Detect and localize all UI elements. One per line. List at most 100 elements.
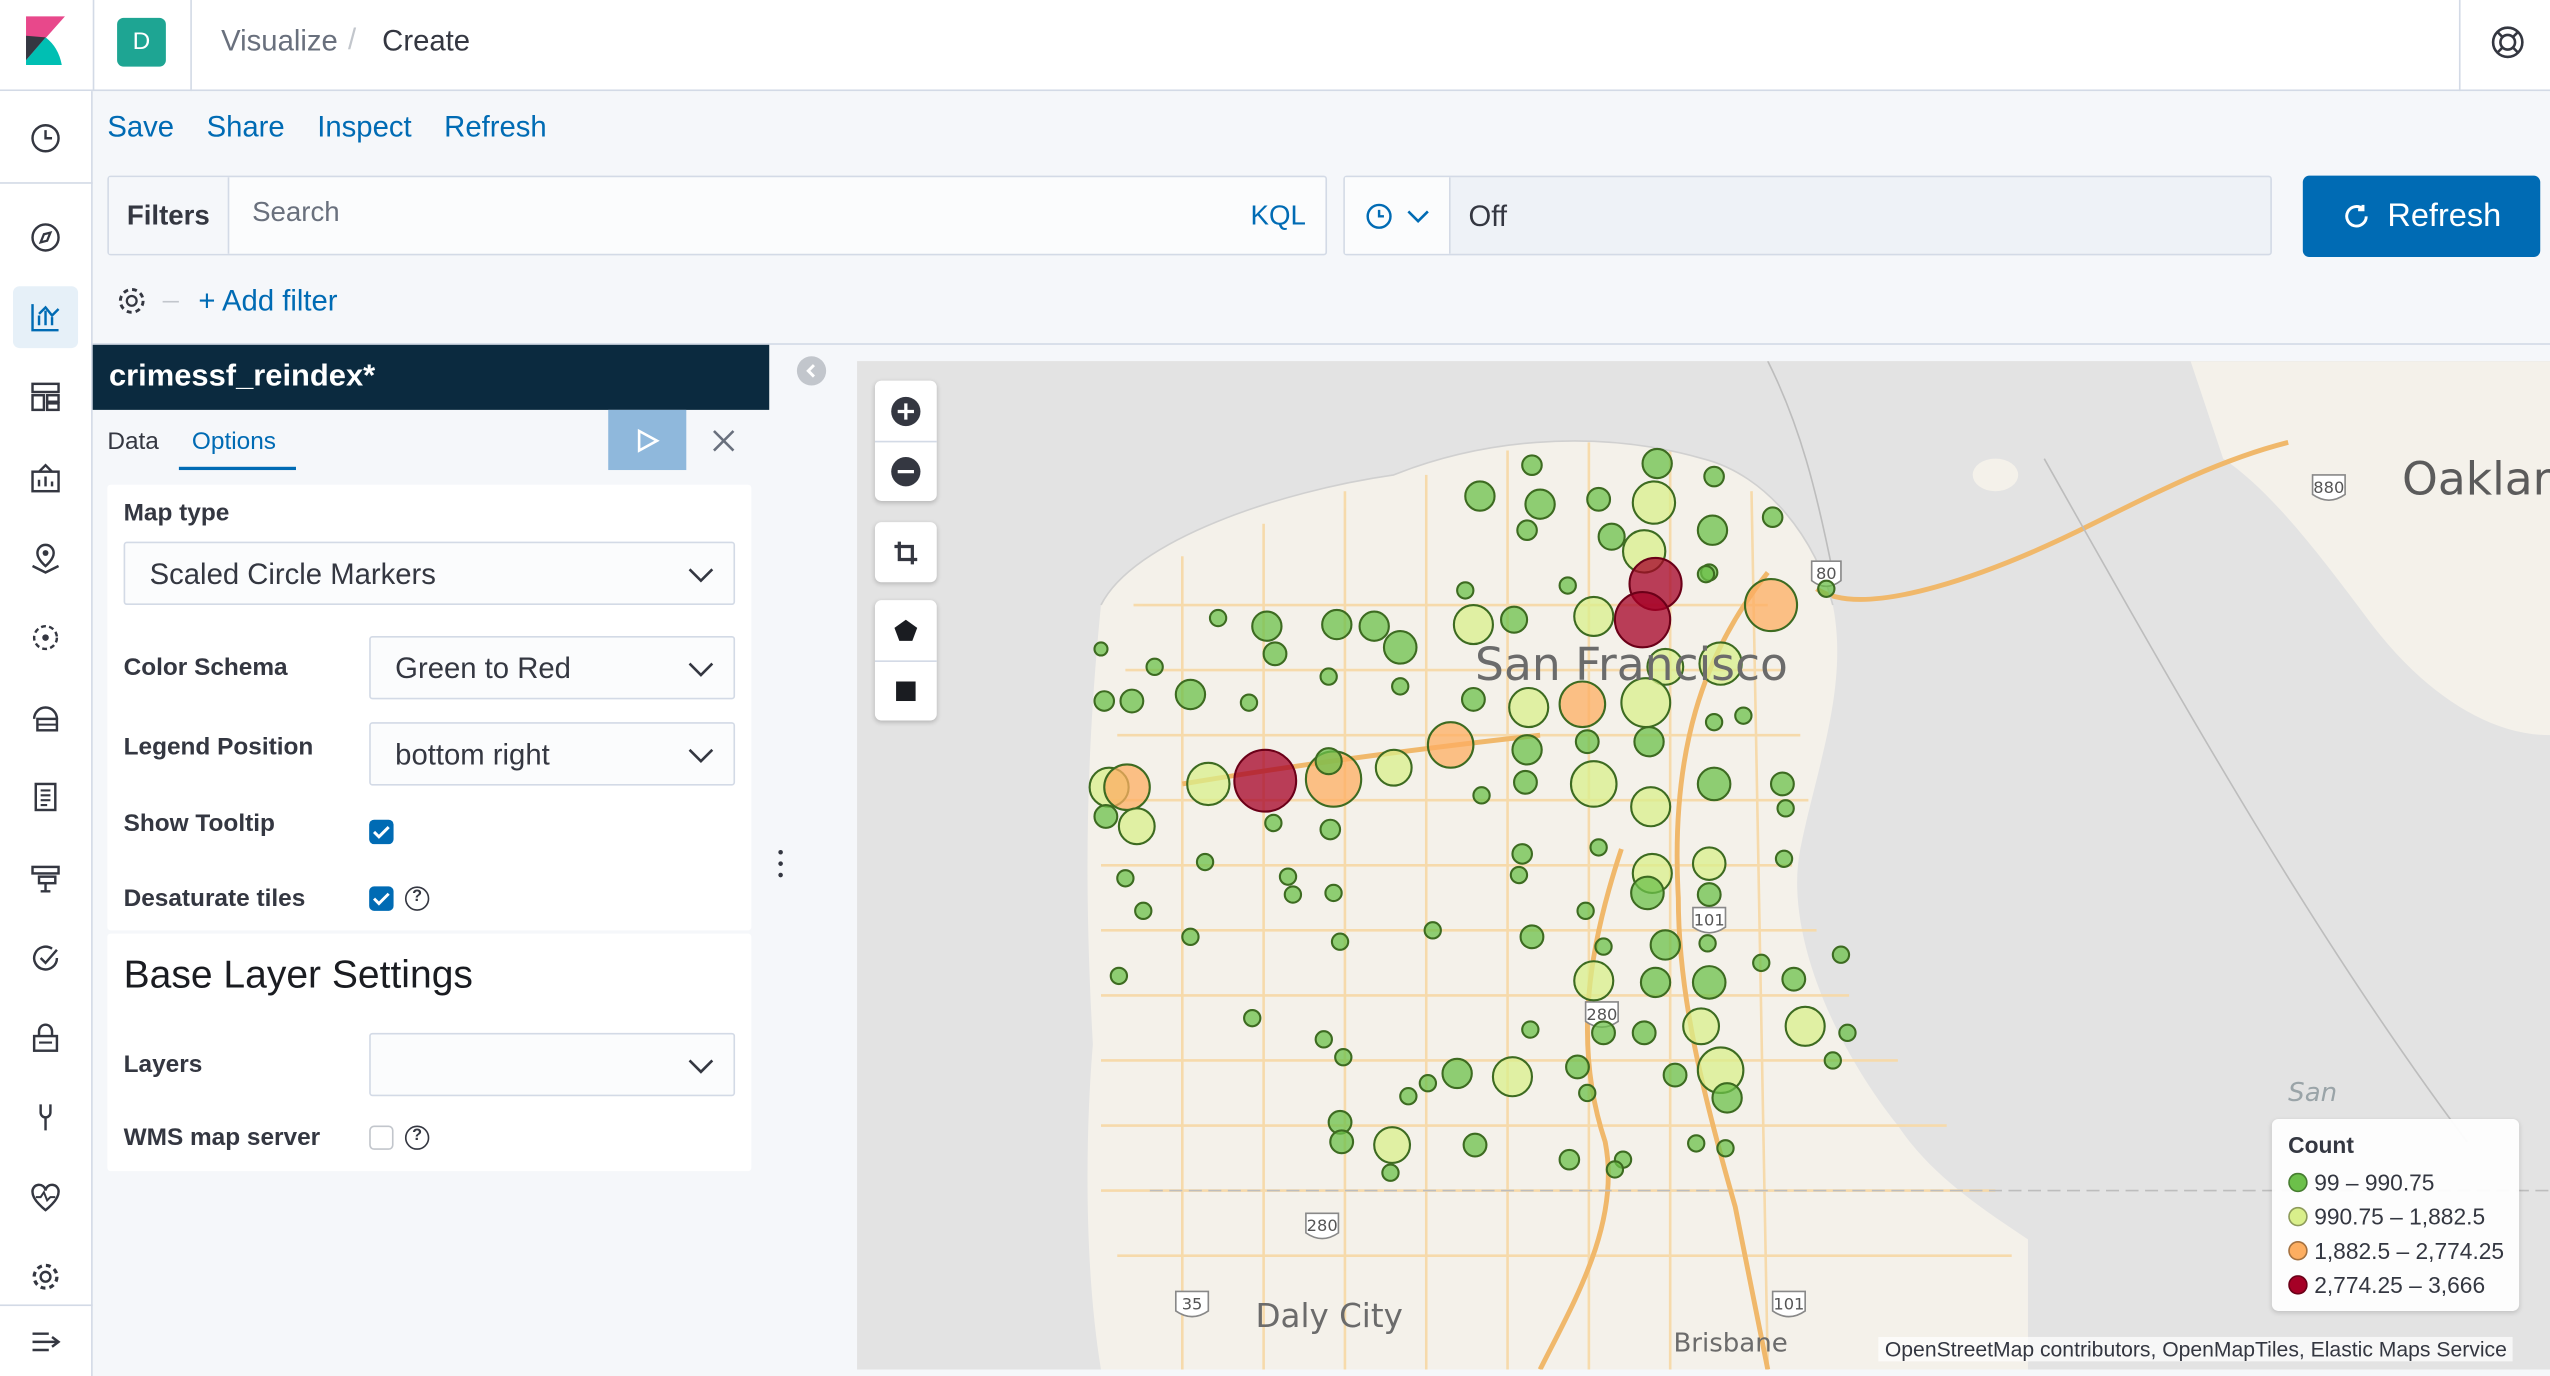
circle-marker[interactable]	[1776, 799, 1795, 818]
visualize-icon[interactable]	[13, 286, 79, 349]
circle-marker[interactable]	[1605, 1160, 1625, 1179]
circle-marker[interactable]	[1711, 1082, 1743, 1114]
circle-marker[interactable]	[1374, 748, 1413, 787]
legend-position-select[interactable]: bottom right	[369, 722, 736, 786]
map-type-select[interactable]: Scaled Circle Markers	[123, 541, 736, 606]
circle-marker[interactable]	[1093, 690, 1116, 712]
circle-marker[interactable]	[1784, 1005, 1826, 1047]
circle-marker[interactable]	[1334, 1048, 1353, 1067]
circle-marker[interactable]	[1508, 686, 1550, 729]
circle-marker[interactable]	[1093, 804, 1119, 829]
search-input[interactable]	[252, 196, 1163, 230]
show-tooltip-checkbox[interactable]	[369, 819, 394, 845]
circle-marker[interactable]	[1521, 454, 1543, 476]
circle-marker[interactable]	[1597, 522, 1626, 551]
filter-settings-gear-icon[interactable]	[114, 283, 150, 319]
zoom-in-button[interactable]	[875, 381, 937, 441]
circle-marker[interactable]	[1573, 960, 1615, 1002]
circle-marker[interactable]	[1574, 729, 1600, 755]
circle-marker[interactable]	[1698, 934, 1717, 953]
infrastructure-icon[interactable]	[13, 686, 78, 748]
circle-marker[interactable]	[1262, 641, 1288, 667]
circle-marker[interactable]	[1330, 932, 1350, 951]
kql-toggle-button[interactable]: KQL	[1251, 200, 1306, 233]
circle-marker[interactable]	[1319, 667, 1338, 686]
circle-marker[interactable]	[1283, 885, 1303, 904]
circle-marker[interactable]	[1460, 686, 1486, 712]
circle-marker[interactable]	[1314, 1030, 1333, 1049]
circle-marker[interactable]	[1569, 760, 1618, 808]
question-mark-icon[interactable]: ?	[404, 886, 430, 911]
circle-marker[interactable]	[1264, 813, 1283, 833]
circle-marker[interactable]	[1774, 849, 1794, 868]
circle-marker[interactable]	[1472, 786, 1491, 805]
color-schema-select[interactable]: Green to Red	[369, 635, 736, 700]
recently-viewed-clock-icon[interactable]	[13, 107, 78, 169]
circle-marker[interactable]	[1743, 577, 1799, 633]
circle-marker[interactable]	[1314, 747, 1343, 776]
discover-compass-icon[interactable]	[13, 207, 78, 269]
circle-marker[interactable]	[1704, 712, 1724, 732]
circle-marker[interactable]	[1631, 1020, 1657, 1046]
circle-marker[interactable]	[1558, 1148, 1581, 1171]
space-avatar[interactable]: D	[117, 17, 166, 67]
circle-marker[interactable]	[1381, 1163, 1400, 1182]
circle-marker[interactable]	[1633, 725, 1665, 758]
circle-marker[interactable]	[1511, 843, 1534, 865]
canvas-icon[interactable]	[13, 447, 78, 509]
circle-marker[interactable]	[1329, 1129, 1355, 1155]
circle-marker[interactable]	[1109, 966, 1129, 986]
circle-marker[interactable]	[1696, 514, 1729, 546]
management-gear-icon[interactable]	[13, 1246, 78, 1308]
filters-label[interactable]: Filters	[108, 177, 230, 254]
circle-marker[interactable]	[1233, 748, 1298, 813]
question-mark-icon[interactable]: ?	[404, 1125, 430, 1150]
help-lifebuoy-icon[interactable]	[2488, 23, 2527, 62]
circle-marker[interactable]	[1186, 761, 1231, 807]
machine-learning-icon[interactable]	[13, 607, 78, 669]
add-filter-button[interactable]: + Add filter	[198, 285, 337, 319]
dashboard-icon[interactable]	[13, 366, 78, 428]
circle-marker[interactable]	[1823, 1051, 1843, 1070]
circle-marker[interactable]	[1687, 1134, 1706, 1153]
desaturate-tiles-checkbox[interactable]	[369, 886, 394, 911]
circle-marker[interactable]	[1441, 1057, 1473, 1090]
circle-marker[interactable]	[1734, 706, 1753, 725]
circle-marker[interactable]	[1521, 1020, 1540, 1039]
circle-marker[interactable]	[1119, 688, 1145, 714]
inspect-link[interactable]: Inspect	[317, 111, 411, 145]
circle-marker[interactable]	[1373, 1126, 1412, 1164]
circle-marker[interactable]	[1524, 488, 1556, 520]
circle-marker[interactable]	[1662, 1062, 1688, 1088]
draw-polygon-button[interactable]	[875, 600, 937, 660]
refresh-button[interactable]: Refresh	[2302, 175, 2541, 257]
zoom-out-button[interactable]	[874, 440, 937, 501]
circle-marker[interactable]	[1682, 1007, 1721, 1046]
circle-marker[interactable]	[1576, 901, 1595, 921]
circle-marker[interactable]	[1696, 766, 1732, 802]
share-link[interactable]: Share	[207, 111, 285, 145]
circle-marker[interactable]	[1591, 1020, 1616, 1046]
save-link[interactable]: Save	[107, 111, 174, 145]
circle-marker[interactable]	[1691, 965, 1727, 1000]
collapse-nav-icon[interactable]	[13, 1311, 78, 1373]
circle-marker[interactable]	[1838, 1023, 1857, 1043]
circle-marker[interactable]	[1391, 677, 1410, 696]
breadcrumb-visualize[interactable]: Visualize	[221, 24, 338, 58]
circle-marker[interactable]	[1691, 846, 1727, 881]
circle-marker[interactable]	[1639, 966, 1672, 999]
circle-marker[interactable]	[1511, 734, 1543, 766]
circle-marker[interactable]	[1578, 1083, 1597, 1103]
circle-marker[interactable]	[1181, 927, 1200, 947]
wms-map-server-checkbox[interactable]	[369, 1125, 394, 1150]
circle-marker[interactable]	[1321, 608, 1353, 641]
maps-icon[interactable]	[13, 527, 78, 589]
circle-marker[interactable]	[1324, 883, 1343, 903]
refresh-interval-value[interactable]: Off	[1469, 200, 1508, 234]
circle-marker[interactable]	[1195, 852, 1215, 872]
circle-marker[interactable]	[1358, 610, 1390, 642]
refresh-link[interactable]: Refresh	[444, 111, 547, 145]
resize-handle-icon[interactable]	[777, 849, 784, 878]
apply-changes-button[interactable]	[608, 409, 687, 471]
circle-marker[interactable]	[1319, 818, 1342, 841]
